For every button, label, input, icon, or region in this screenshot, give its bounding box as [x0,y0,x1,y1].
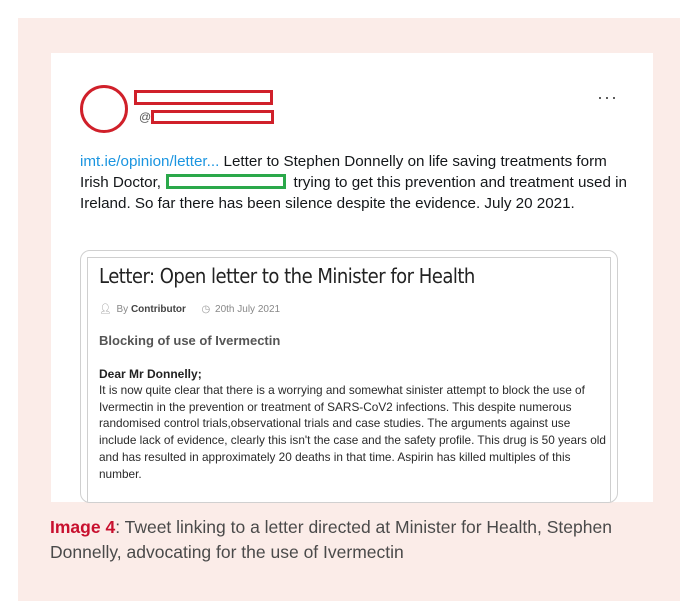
person-icon: 👤︎ [99,304,112,315]
redacted-doctor-name [166,174,287,189]
letter-greeting: Dear Mr Donnelly; [99,367,202,381]
link-preview-card[interactable]: Letter: Open letter to the Minister for … [80,250,618,503]
figure-caption: Image 4: Tweet linking to a letter direc… [50,515,650,565]
article-meta: 👤︎ By Contributor ◷ 20th July 2021 [99,304,280,315]
author-name: Contributor [130,304,186,315]
redacted-handle [151,110,274,124]
article-date: 20th July 2021 [215,304,281,315]
article-preview: Letter: Open letter to the Minister for … [87,257,611,502]
letter-body: It is now quite clear that there is a wo… [99,383,606,481]
redacted-display-name [134,90,273,105]
handle-at-symbol: @ [139,110,152,124]
author-prefix: By [116,304,129,315]
article-title: Letter: Open letter to the Minister for … [99,264,475,288]
tweet-text: imt.ie/opinion/letter... Letter to Steph… [80,151,635,214]
more-options-button[interactable]: ··· [597,88,618,106]
section-heading: Blocking of use of Ivermectin [99,333,281,348]
caption-text: : Tweet linking to a letter directed at … [50,517,612,562]
caption-label: Image 4 [50,517,116,537]
clock-icon: ◷ [201,304,211,315]
tweet-link[interactable]: imt.ie/opinion/letter... [80,153,219,170]
redacted-avatar [80,85,128,133]
